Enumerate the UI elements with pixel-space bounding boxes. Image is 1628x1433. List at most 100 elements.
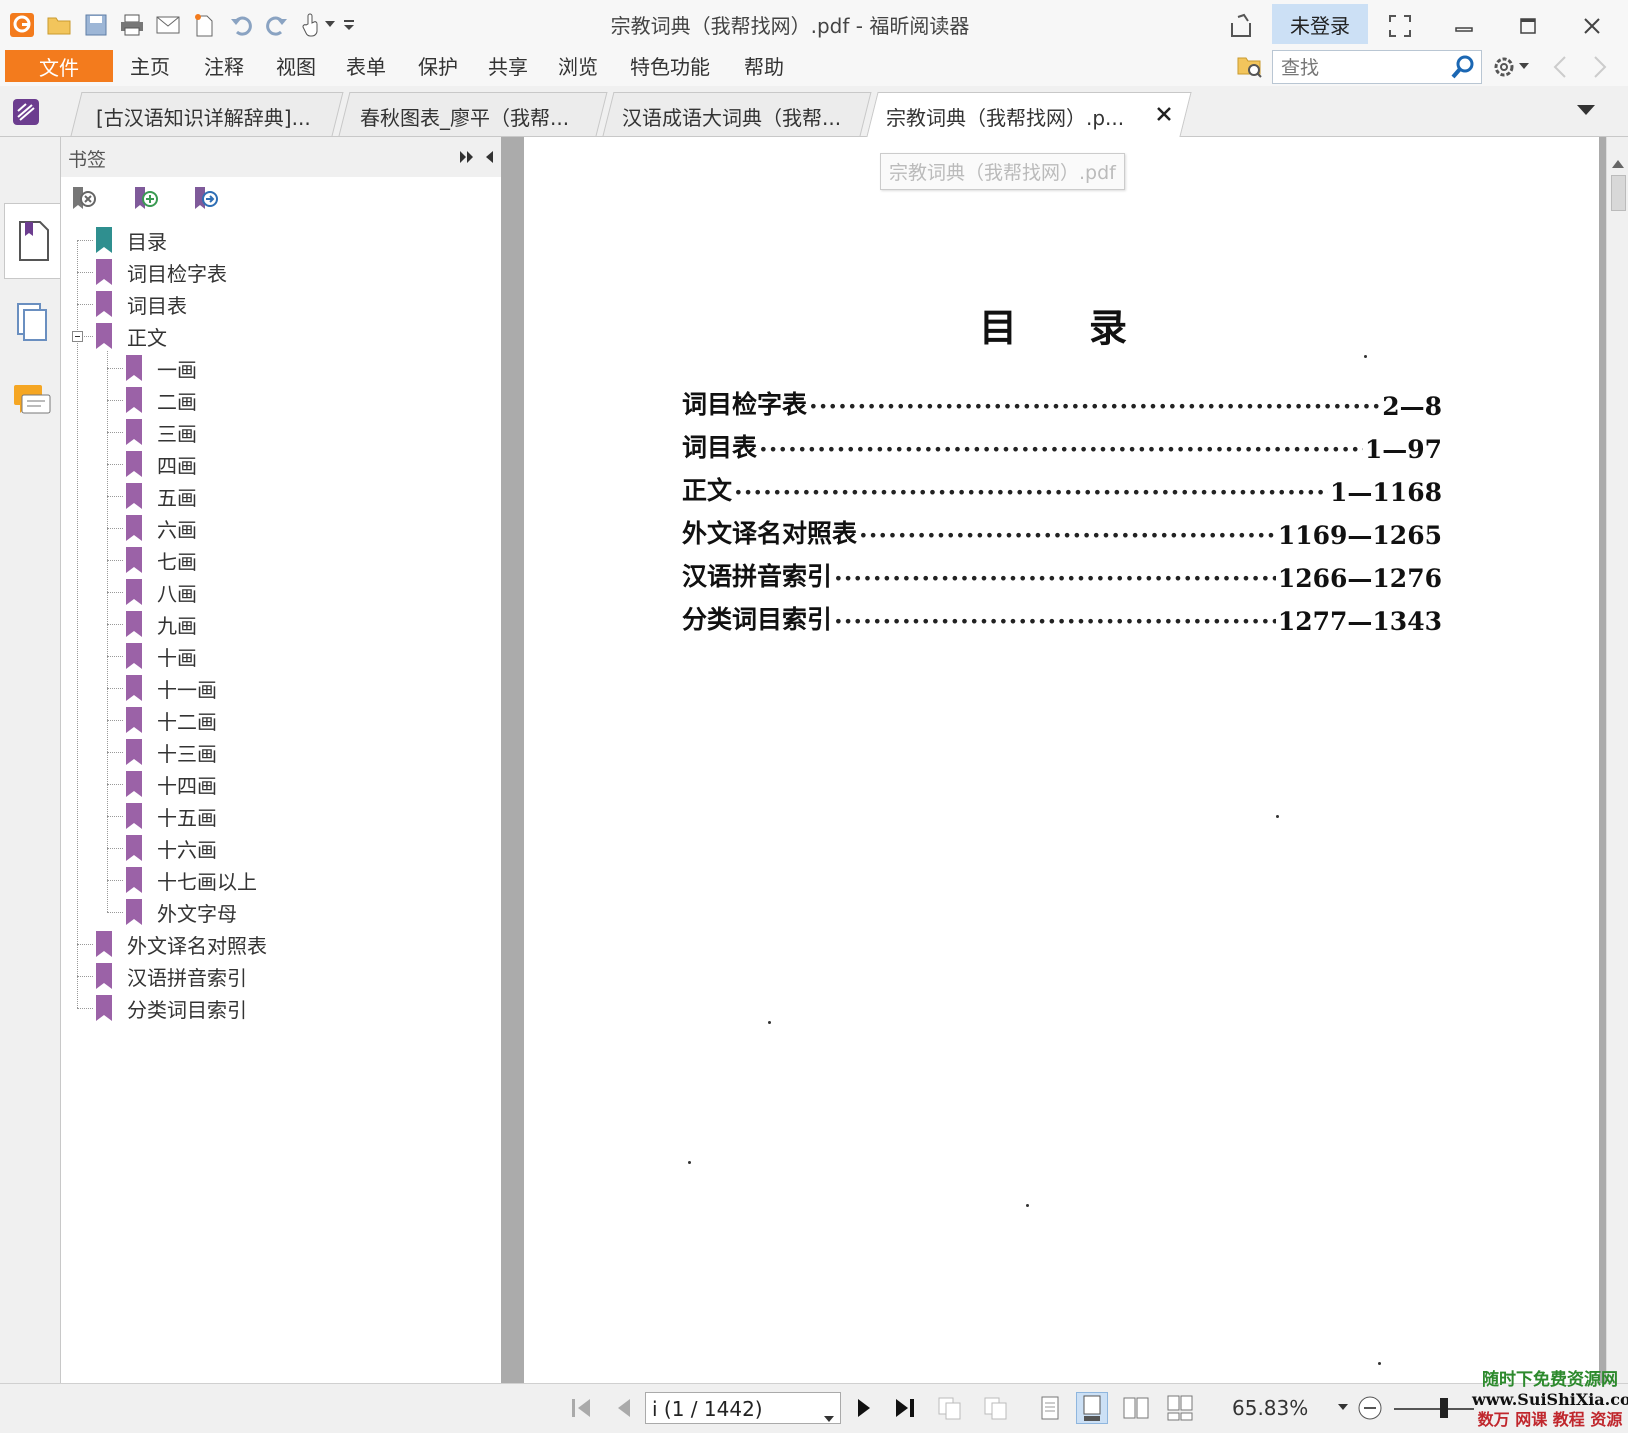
- bookmark-item[interactable]: 四画: [125, 449, 461, 479]
- next-view-icon[interactable]: [980, 1392, 1012, 1424]
- settings-dropdown-icon[interactable]: [1516, 51, 1532, 83]
- first-page-icon[interactable]: [566, 1392, 598, 1424]
- panel-splitter[interactable]: [501, 137, 521, 1383]
- pages-panel-button[interactable]: [4, 283, 60, 359]
- toc-line[interactable]: 词目检字表 2—8: [682, 385, 1442, 421]
- bookmark-item[interactable]: 九画: [125, 609, 461, 639]
- close-tab-icon[interactable]: [1148, 98, 1180, 130]
- fullscreen-icon[interactable]: [1380, 8, 1420, 44]
- close-window-button[interactable]: [1572, 8, 1612, 44]
- foxit-logo-icon[interactable]: [6, 9, 38, 41]
- zoom-dropdown-icon[interactable]: [1334, 1392, 1352, 1424]
- bookmark-item[interactable]: 六画: [125, 513, 461, 543]
- collapse-toggle[interactable]: [72, 331, 83, 342]
- bookmark-item[interactable]: 三画: [125, 417, 461, 447]
- hand-tool-dropdown-icon[interactable]: [322, 9, 338, 41]
- scrollbar-thumb[interactable]: [1611, 175, 1626, 211]
- menu-protect[interactable]: 保护: [418, 52, 458, 82]
- bookmark-icon: [125, 898, 143, 926]
- redo-icon[interactable]: [260, 9, 292, 41]
- menu-features[interactable]: 特色功能: [630, 52, 710, 82]
- bookmark-item[interactable]: 五画: [125, 481, 461, 511]
- facing-pages-icon[interactable]: [1120, 1392, 1152, 1424]
- bookmark-item[interactable]: 十二画: [125, 705, 461, 735]
- toc-line[interactable]: 正文 1—1168: [682, 471, 1442, 507]
- menu-home[interactable]: 主页: [130, 52, 170, 82]
- continuous-page-icon[interactable]: [1076, 1392, 1108, 1424]
- delete-bookmark-icon[interactable]: [69, 185, 101, 215]
- bookmark-item[interactable]: 十三画: [125, 737, 461, 767]
- undo-icon[interactable]: [226, 9, 258, 41]
- menu-browse[interactable]: 浏览: [558, 52, 598, 82]
- bookmark-icon: [95, 930, 113, 958]
- zoom-slider-thumb[interactable]: [1440, 1398, 1448, 1418]
- bookmark-item[interactable]: 外文译名对照表: [95, 929, 461, 959]
- bookmark-item[interactable]: 词目表: [95, 289, 461, 319]
- single-page-icon[interactable]: [1034, 1392, 1066, 1424]
- search-icon[interactable]: [1449, 53, 1477, 85]
- continuous-facing-icon[interactable]: [1164, 1392, 1196, 1424]
- bookmark-item[interactable]: 七画: [125, 545, 461, 575]
- comments-panel-button[interactable]: [4, 363, 60, 439]
- toc-line[interactable]: 分类词目索引 1277—1343: [682, 600, 1442, 636]
- scroll-up-icon[interactable]: [1612, 153, 1624, 172]
- save-icon[interactable]: [80, 9, 112, 41]
- bookmark-item[interactable]: 一画: [125, 353, 461, 383]
- customize-toolbar-icon[interactable]: [340, 9, 358, 41]
- bookmark-item[interactable]: 分类词目索引: [95, 993, 461, 1023]
- file-menu[interactable]: 文件: [5, 50, 113, 82]
- login-button[interactable]: 未登录: [1272, 4, 1368, 44]
- previous-result-icon[interactable]: [1544, 51, 1576, 83]
- bookmark-item[interactable]: 十五画: [125, 801, 461, 831]
- tab-list-dropdown-icon[interactable]: [1570, 94, 1602, 126]
- bookmark-item[interactable]: 十六画: [125, 833, 461, 863]
- toc-line[interactable]: 外文译名对照表 1169—1265: [682, 514, 1442, 550]
- next-result-icon[interactable]: [1584, 51, 1616, 83]
- zoom-out-icon[interactable]: [1354, 1392, 1386, 1424]
- bookmark-item[interactable]: 十一画: [125, 673, 461, 703]
- bookmark-item[interactable]: 八画: [125, 577, 461, 607]
- bookmark-item[interactable]: 十七画以上: [125, 865, 461, 895]
- go-to-bookmark-icon[interactable]: [191, 185, 223, 215]
- minimize-button[interactable]: [1444, 8, 1484, 44]
- email-icon[interactable]: [152, 9, 184, 41]
- menu-view[interactable]: 视图: [276, 52, 316, 82]
- pdf-page[interactable]: 宗教词典（我帮找网）.pdf 目录 词目检字表 2—8 词目表 1—97 正文 1—116…: [524, 137, 1599, 1383]
- toc-page-range: 1169—1265: [1277, 521, 1442, 550]
- next-page-icon[interactable]: [848, 1392, 880, 1424]
- maximize-button[interactable]: [1508, 8, 1548, 44]
- previous-view-icon[interactable]: [934, 1392, 966, 1424]
- bookmark-item[interactable]: 正文: [95, 321, 461, 351]
- toc-line[interactable]: 词目表 1—97: [682, 428, 1442, 464]
- add-bookmark-icon[interactable]: [131, 185, 163, 215]
- page-dropdown-icon[interactable]: [824, 1405, 834, 1429]
- menu-form[interactable]: 表单: [346, 52, 386, 82]
- zoom-level[interactable]: 65.83%: [1232, 1396, 1308, 1420]
- previous-page-icon[interactable]: [608, 1392, 640, 1424]
- bookmark-item[interactable]: 词目检字表: [95, 257, 461, 287]
- open-folder-icon[interactable]: [44, 9, 76, 41]
- share-icon[interactable]: [1222, 8, 1262, 44]
- page-number-input[interactable]: [650, 1395, 814, 1423]
- bookmark-item[interactable]: 外文字母: [125, 897, 461, 927]
- last-page-icon[interactable]: [890, 1392, 922, 1424]
- vertical-scrollbar[interactable]: [1606, 137, 1628, 1383]
- bookmark-item[interactable]: 汉语拼音索引: [95, 961, 461, 991]
- bookmark-icon: [125, 514, 143, 542]
- menu-help[interactable]: 帮助: [744, 52, 784, 82]
- find-folder-icon[interactable]: [1234, 50, 1266, 82]
- menu-share[interactable]: 共享: [488, 52, 528, 82]
- bookmarks-panel-button[interactable]: [4, 203, 60, 279]
- search-input[interactable]: [1279, 53, 1443, 83]
- new-document-icon[interactable]: [188, 9, 220, 41]
- toc-line[interactable]: 汉语拼音索引 1266—1276: [682, 557, 1442, 593]
- bookmark-item[interactable]: 十画: [125, 641, 461, 671]
- print-icon[interactable]: [116, 9, 148, 41]
- menu-comment[interactable]: 注释: [204, 52, 244, 82]
- bookmark-item[interactable]: 目录: [95, 225, 461, 255]
- bookmark-item[interactable]: 二画: [125, 385, 461, 415]
- expand-panel-icon[interactable]: [459, 149, 475, 169]
- zoom-slider-track[interactable]: [1394, 1408, 1474, 1410]
- collapse-panel-icon[interactable]: [483, 149, 495, 169]
- bookmark-item[interactable]: 十四画: [125, 769, 461, 799]
